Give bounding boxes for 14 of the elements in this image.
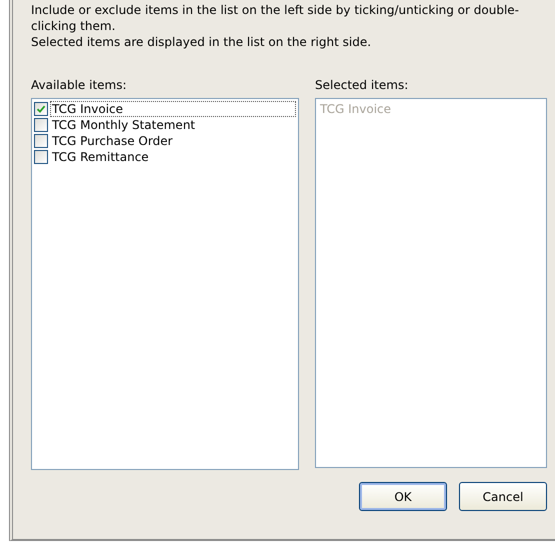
checkbox[interactable]: [34, 150, 48, 164]
instruction-text: Include or exclude items in the list on the left side by ticking/unticking or double-clicking them.: [31, 2, 520, 34]
checkbox[interactable]: [34, 102, 48, 116]
list-label: Selected items:: [315, 77, 410, 93]
dialog-button[interactable]: OK: [359, 482, 447, 511]
list-item[interactable]: TCG Purchase Order: [50, 133, 175, 149]
checkbox[interactable]: [34, 118, 48, 132]
list-item[interactable]: TCG Invoice: [50, 101, 296, 117]
list-item[interactable]: TCG Monthly Statement: [50, 117, 198, 133]
list-item[interactable]: TCG Remittance: [50, 149, 151, 165]
instruction-text: Selected items are displayed in the list on the right side.: [31, 34, 372, 50]
checkbox[interactable]: [34, 134, 48, 148]
dialog-button[interactable]: Cancel: [459, 482, 547, 511]
list-label: Available items:: [31, 77, 128, 93]
